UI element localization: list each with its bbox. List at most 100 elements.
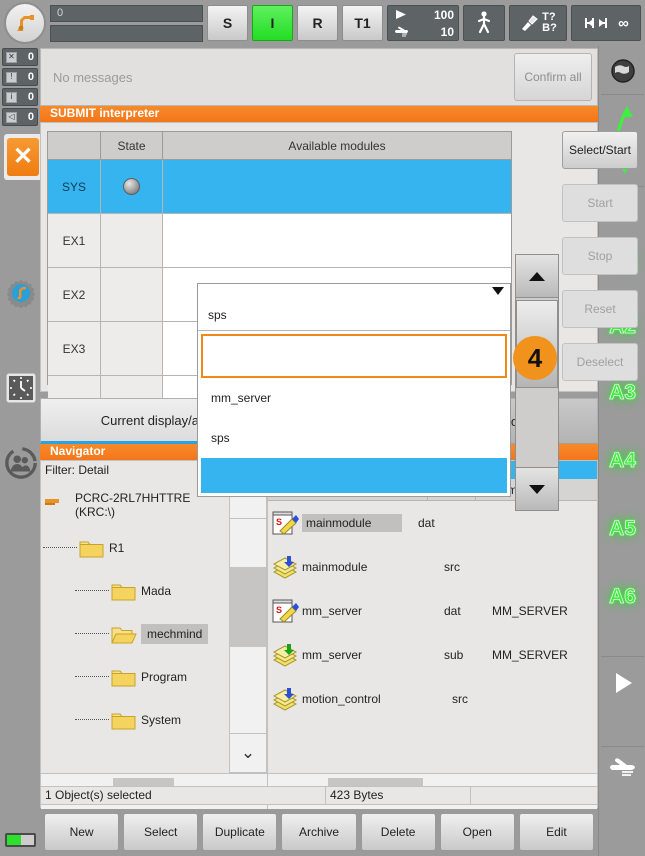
base-number: B?: [542, 22, 557, 34]
tree-scroll-thumb[interactable]: [230, 567, 266, 647]
tree-scroll-down-button[interactable]: ⌄: [229, 733, 267, 773]
module-dropdown[interactable]: sps mm_server sps: [197, 283, 511, 497]
deselect-button[interactable]: Deselect: [562, 343, 638, 381]
top-status-bar: 0 S I R T1 100 10 T? B? ∞: [0, 0, 645, 46]
column-header-state: State: [101, 132, 163, 159]
bottom-button-bar: New Select Duplicate Archive Delete Open…: [40, 808, 598, 856]
tool-base-indicator[interactable]: T? B?: [509, 5, 567, 41]
table-row[interactable]: EX1: [48, 214, 511, 268]
row-state: [101, 160, 163, 213]
list-item[interactable]: S mm_server dat MM_SERVER: [268, 589, 597, 633]
select-start-button[interactable]: Select/Start: [562, 131, 638, 169]
battery-fill: [7, 835, 22, 845]
reset-button[interactable]: Reset: [562, 290, 638, 328]
status-field-1: 0: [50, 4, 203, 22]
scroll-up-button[interactable]: [515, 254, 559, 298]
extra-status: [471, 787, 597, 804]
row-id: EX3: [48, 322, 101, 375]
select-button[interactable]: Select: [123, 813, 199, 851]
ack-count: 0: [27, 51, 34, 63]
override-indicator[interactable]: 100 10: [387, 5, 459, 41]
tree-node-mada[interactable]: Mada: [41, 569, 229, 612]
submit-interpreter-title: SUBMIT interpreter: [40, 106, 598, 122]
list-item[interactable]: mainmodule src: [268, 545, 597, 589]
open-button[interactable]: Open: [439, 813, 515, 851]
confirm-all-button[interactable]: Confirm all: [514, 53, 592, 101]
chevron-down-icon[interactable]: [492, 287, 504, 295]
list-item[interactable]: motion_control src: [268, 677, 597, 721]
tree-connector: [75, 633, 109, 634]
walking-man-icon[interactable]: [463, 5, 505, 41]
tree-vertical-scrollbar[interactable]: ⌃ ⌄: [229, 479, 267, 773]
wait-count: 0: [27, 111, 34, 123]
delete-button[interactable]: Delete: [360, 813, 436, 851]
folder-icon: [111, 667, 136, 687]
tree-scroll-track[interactable]: [229, 519, 267, 733]
archive-button[interactable]: Archive: [281, 813, 357, 851]
jog-override-icon: [388, 26, 414, 38]
tree-node-r1[interactable]: R1: [41, 526, 229, 569]
kuka-robot-icon[interactable]: [4, 2, 46, 44]
scroll-track[interactable]: [515, 298, 559, 467]
edit-button[interactable]: Edit: [518, 813, 594, 851]
message-counter-warning[interactable]: ! 0: [2, 68, 38, 86]
dropdown-selected-field[interactable]: sps: [198, 284, 510, 331]
dropdown-option[interactable]: mm_server: [201, 378, 507, 418]
triangle-down-icon: [529, 484, 545, 494]
robot-settings-gear-icon[interactable]: [4, 276, 38, 310]
warning-count: 0: [27, 71, 34, 83]
tree-node-mechmind[interactable]: mechmind: [41, 612, 229, 655]
file-ext: src: [452, 692, 468, 706]
state-led-icon: [123, 178, 140, 195]
mode-button-s[interactable]: S: [207, 5, 248, 41]
scroll-down-button[interactable]: [515, 467, 559, 511]
increment-mode-indicator[interactable]: ∞: [571, 5, 641, 41]
clock-icon[interactable]: [4, 371, 38, 405]
mode-button-r[interactable]: R: [297, 5, 338, 41]
module-list-scrollbar[interactable]: [515, 254, 559, 511]
user-group-icon[interactable]: [4, 446, 38, 480]
row-id: SYS: [48, 160, 101, 213]
duplicate-button[interactable]: Duplicate: [202, 813, 278, 851]
status-field-2: [50, 24, 203, 42]
dropdown-option[interactable]: [201, 334, 507, 378]
row-id: EX1: [48, 214, 101, 267]
hand-icon[interactable]: [602, 751, 643, 785]
navigator-columns: PCRC-2RL7HHTTRE (KRC:\) R1 Mada mechmind…: [41, 479, 597, 809]
file-ext: dat: [418, 516, 435, 530]
stop-button[interactable]: Stop: [562, 237, 638, 275]
new-button[interactable]: New: [44, 813, 120, 851]
message-counter-wait[interactable]: ◁ 0: [2, 108, 38, 126]
status-bar: 1 Object(s) selected 423 Bytes: [40, 786, 598, 805]
axis-button-a5[interactable]: A5: [602, 514, 643, 544]
axis-button-a3[interactable]: A3: [602, 378, 643, 408]
folder-icon: [111, 581, 136, 601]
row-state: [101, 268, 163, 321]
row-id: EX2: [48, 268, 101, 321]
table-row[interactable]: SYS: [48, 160, 511, 214]
tree-connector: [43, 547, 77, 548]
dropdown-option[interactable]: sps: [201, 418, 507, 458]
tree-node-system[interactable]: System: [41, 698, 229, 741]
play-icon[interactable]: [602, 666, 643, 700]
mode-button-i[interactable]: I: [252, 5, 293, 41]
list-item[interactable]: mm_server sub MM_SERVER: [268, 633, 597, 677]
ack-message-icon: ✕: [6, 51, 17, 63]
message-counter-info[interactable]: i 0: [2, 88, 38, 106]
start-button[interactable]: Start: [562, 184, 638, 222]
close-x-button[interactable]: ✕: [4, 134, 42, 180]
message-counter-ack[interactable]: ✕ 0: [2, 48, 38, 66]
dropdown-option[interactable]: [201, 458, 507, 493]
mode-button-t1[interactable]: T1: [342, 5, 383, 41]
file-comment: MM_SERVER: [492, 648, 568, 662]
triangle-up-icon: [529, 271, 545, 281]
folder-open-icon: [111, 624, 137, 644]
tree-node-program[interactable]: Program: [41, 655, 229, 698]
program-override-icon: [388, 9, 414, 20]
close-icon: ✕: [7, 138, 39, 176]
size-status: 423 Bytes: [326, 787, 471, 804]
axis-button-a4[interactable]: A4: [602, 446, 643, 476]
folder-icon: [79, 538, 104, 558]
axis-button-a6[interactable]: A6: [602, 582, 643, 612]
world-coordinate-icon[interactable]: [602, 54, 643, 88]
